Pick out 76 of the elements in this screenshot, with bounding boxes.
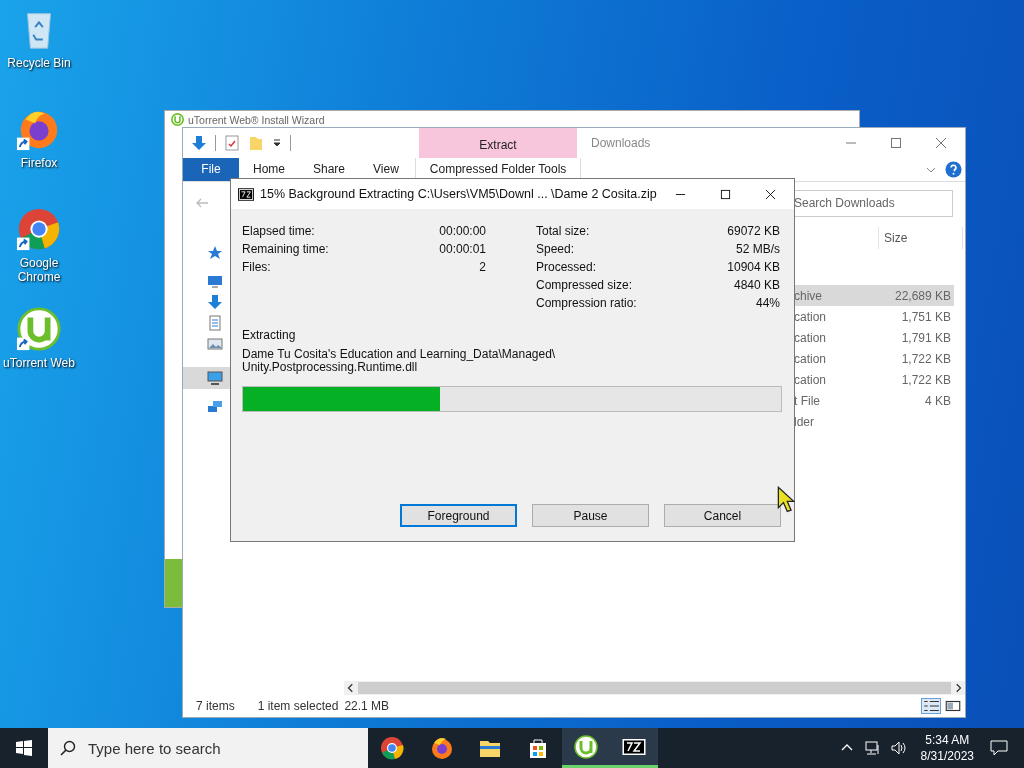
utorrent-icon [574,734,598,759]
stat-label: Files: [242,259,271,276]
context-tab[interactable]: Extract [419,128,577,158]
stat-label: Compression ratio: [536,295,637,312]
checklist-icon[interactable] [224,135,240,151]
download-arrow-icon[interactable] [207,294,223,310]
window-title: uTorrent Web® Install Wizard [188,113,325,126]
stat-label: Elapsed time: [242,223,315,240]
windows-start-icon[interactable] [16,740,32,756]
stat-label: Speed: [536,241,575,258]
utorrent-icon[interactable] [16,306,62,352]
network-icon[interactable] [864,740,881,756]
help-icon[interactable] [945,161,962,178]
dialog-button[interactable]: Cancel [664,504,781,527]
clock[interactable]: 5:34 AM 8/31/2023 [920,732,974,764]
ribbon-tab[interactable]: Share [299,158,360,181]
horizontal-scrollbar[interactable] [344,681,965,695]
selection-size: 22.1 MB [344,699,390,713]
stat-label: Total size: [536,223,590,240]
dialog-button[interactable]: Foreground [400,504,517,527]
taskbar-app[interactable] [610,728,658,768]
cursor-icon [777,486,795,514]
tiles-view-icon[interactable] [943,698,963,714]
file-row[interactable]: cation 1,751 KB [791,306,954,327]
file-tab[interactable]: File [183,158,239,181]
close-icon[interactable] [765,188,776,200]
ribbon-tab[interactable]: View [359,158,413,181]
computer-icon [207,370,223,386]
stat-value: 52 MB/s [736,241,780,258]
stat-value: 00:00:01 [439,241,486,258]
taskbar-app[interactable] [562,728,610,768]
download-arrow-icon[interactable] [191,135,207,151]
desktop-icon[interactable] [207,273,223,289]
chrome-icon [380,736,404,760]
stat-value: 2 [479,259,486,276]
dropdown-caret-icon[interactable] [272,138,282,148]
dialog-button[interactable]: Pause [532,504,649,527]
file-path: Dame Tu Cosita's Education and Learning_Data\Managed\ [242,348,557,361]
file-row[interactable]: cation 1,791 KB [791,327,954,348]
column-header[interactable]: Size [878,227,963,249]
selection-info: 1 item selected [257,699,339,713]
picture-icon[interactable] [207,336,223,352]
volume-icon[interactable] [890,740,907,756]
ribbon-tab[interactable]: Home [239,158,299,181]
scroll-right-icon[interactable] [953,683,963,693]
file-row[interactable]: lder [791,411,954,432]
item-count: 7 items [196,699,235,713]
dialog-title: 15% Background Extracting C:\Users\VM5\Downl ... \Dame 2 Cosita.zip [260,187,658,201]
firefox-icon [430,736,454,760]
side-banner [165,559,183,607]
taskbar-search-field[interactable]: Type here to search [48,728,368,768]
stat-label: Processed: [536,259,597,276]
file-row[interactable]: cation 1,722 KB [791,348,954,369]
stat-value: 00:00:00 [439,223,486,240]
stat-value: 69072 KB [727,223,780,240]
search-icon [60,740,76,756]
utorrent-icon [171,113,184,126]
star-icon[interactable] [207,245,223,261]
notification-icon[interactable] [990,740,1008,756]
details-view-icon[interactable] [921,698,941,714]
chrome-icon[interactable] [16,206,62,252]
window-title: Downloads [591,136,651,150]
stat-label: Compressed size: [536,277,633,294]
stat-value: 10904 KB [727,259,780,276]
status-text: Extracting [242,328,297,342]
file-path: Unity.Postprocessing.Runtime.dll [242,361,419,374]
nav-item[interactable] [183,367,231,389]
search-placeholder: Type here to search [88,739,221,757]
maximize-icon[interactable] [720,188,731,200]
network-icon[interactable] [207,399,223,415]
stat-value: 44% [755,295,780,312]
file-row[interactable]: cation 1,722 KB [791,369,954,390]
stat-label: Remaining time: [242,241,329,258]
archive-app-icon [238,187,254,201]
scroll-left-icon[interactable] [346,683,356,693]
stat-value: 4840 KB [733,277,780,294]
